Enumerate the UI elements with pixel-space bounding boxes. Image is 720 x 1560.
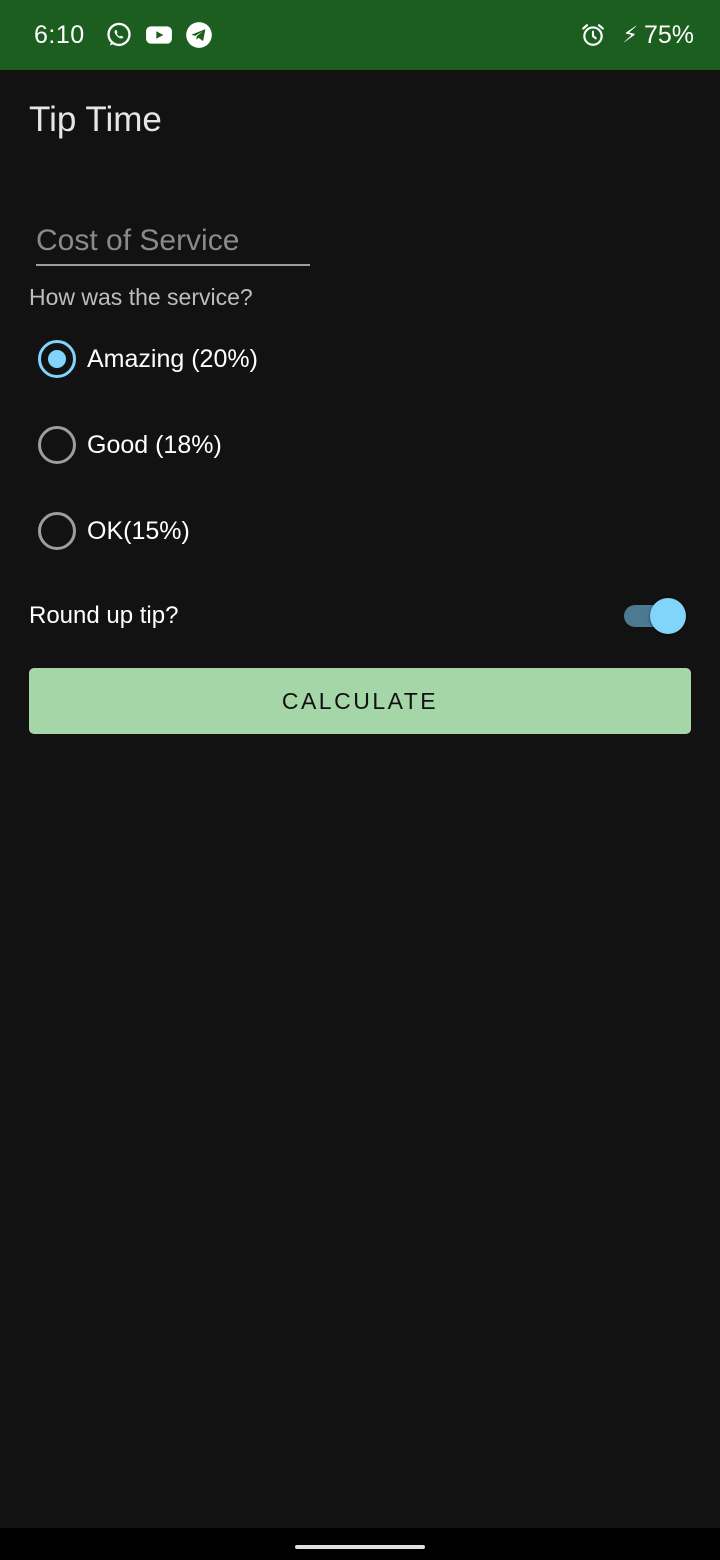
radio-label-amazing: Amazing (20%)	[87, 344, 258, 373]
youtube-icon	[145, 21, 173, 49]
round-up-switch[interactable]	[624, 596, 686, 636]
navigation-bar	[0, 1528, 720, 1560]
radio-option-ok[interactable]: OK(15%)	[38, 511, 190, 551]
radio-button-unchecked[interactable]	[38, 512, 76, 550]
status-left: 6:10	[34, 21, 225, 50]
radio-button-checked[interactable]	[38, 340, 76, 378]
app-title: Tip Time	[29, 100, 162, 139]
home-indicator[interactable]	[295, 1545, 425, 1549]
status-time: 6:10	[34, 20, 85, 49]
alarm-icon	[579, 21, 607, 49]
switch-thumb[interactable]	[650, 598, 686, 634]
round-up-label: Round up tip?	[29, 602, 179, 629]
status-bar: 6:10 ⚡ 75%	[0, 0, 720, 70]
radio-label-good: Good (18%)	[87, 430, 222, 459]
service-question-label: How was the service?	[29, 284, 253, 310]
calculate-button[interactable]: CALCULATE	[29, 668, 691, 734]
telegram-icon	[185, 21, 213, 49]
radio-option-good[interactable]: Good (18%)	[38, 425, 222, 465]
status-right: ⚡ 75%	[579, 20, 694, 50]
charging-icon: ⚡	[622, 22, 638, 47]
radio-label-ok: OK(15%)	[87, 516, 190, 545]
radio-button-unchecked[interactable]	[38, 426, 76, 464]
whatsapp-icon	[105, 21, 133, 49]
battery-level: 75%	[643, 20, 694, 49]
radio-option-amazing[interactable]: Amazing (20%)	[38, 339, 258, 379]
cost-of-service-input[interactable]	[36, 218, 310, 266]
